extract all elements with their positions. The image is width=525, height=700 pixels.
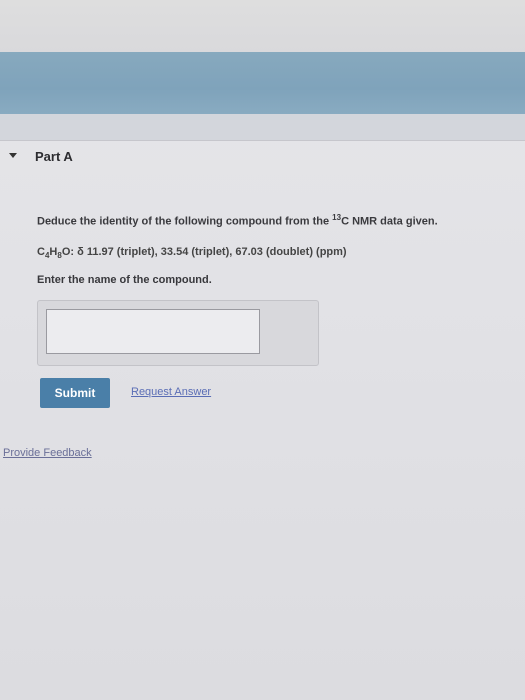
question-text: Deduce the identity of the following com… <box>37 213 438 228</box>
caret-down-icon[interactable] <box>9 153 17 158</box>
nmr-values: : δ 11.97 (triplet), 33.54 (triplet), 67… <box>70 246 347 258</box>
answer-prompt: Enter the name of the compound. <box>37 274 212 286</box>
part-a-header[interactable]: Part A <box>0 140 525 177</box>
part-title: Part A <box>35 149 73 164</box>
answer-panel <box>37 300 319 366</box>
question-pre: Deduce the identity of the following com… <box>37 215 333 228</box>
submit-button[interactable]: Submit <box>40 378 110 408</box>
nmr-data: C4H8O: δ 11.97 (triplet), 33.54 (triplet… <box>37 246 347 260</box>
request-answer-link[interactable]: Request Answer <box>131 386 211 398</box>
provide-feedback-link[interactable]: Provide Feedback <box>3 447 92 459</box>
formula-c: C <box>37 246 45 258</box>
question-post: C NMR data given. <box>341 215 438 228</box>
header-subband <box>0 114 525 140</box>
top-strip <box>0 0 525 52</box>
question-superscript: 13 <box>332 213 342 222</box>
compound-name-input[interactable] <box>46 309 260 354</box>
header-band <box>0 52 525 114</box>
